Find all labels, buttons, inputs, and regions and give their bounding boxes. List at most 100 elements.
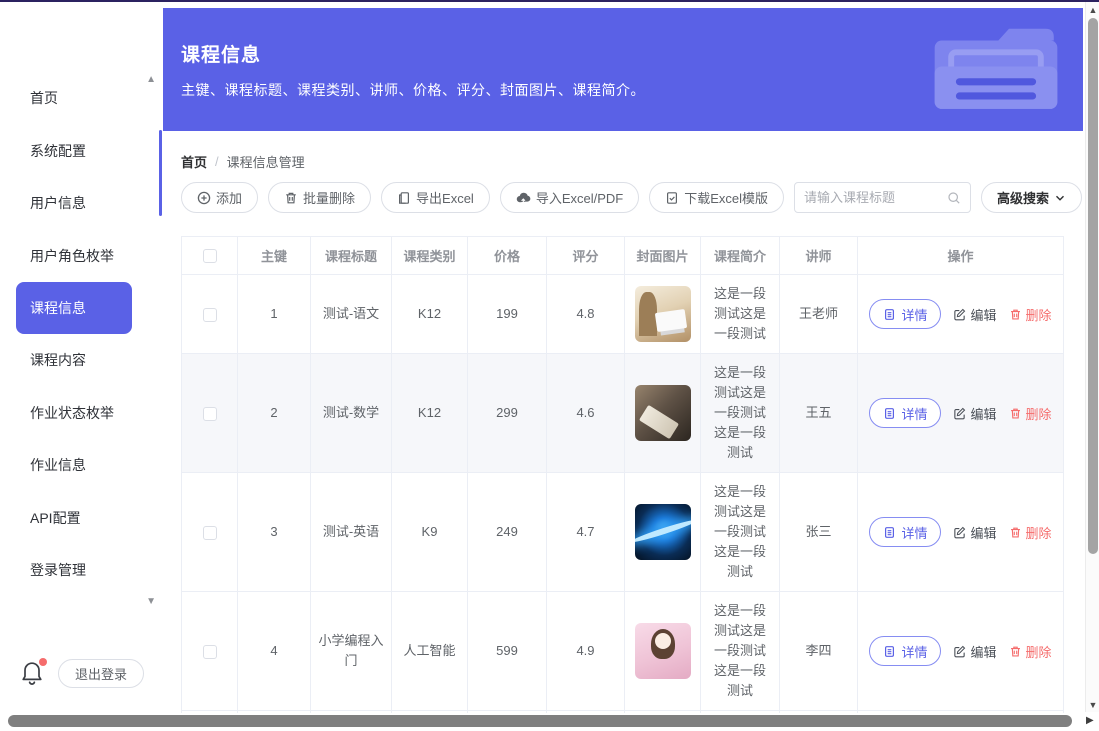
cell-actions: 详情 编辑 删除 — [858, 354, 1064, 473]
download-template-button[interactable]: 下载Excel模版 — [649, 182, 784, 213]
horizontal-scrollbar[interactable] — [0, 713, 1085, 729]
cloud-upload-icon — [516, 191, 531, 205]
cover-image — [635, 286, 691, 342]
main-content: 课程信息 主键、课程标题、课程类别、讲师、价格、评分、封面图片、课程简介。 首页… — [163, 2, 1085, 713]
cell-intro: 这是一段测试这是一段测试 — [701, 275, 780, 354]
trash-icon — [1009, 645, 1022, 658]
pencil-square-icon — [953, 407, 966, 420]
cell-cover — [625, 275, 701, 354]
scroll-right-arrow-icon[interactable]: ▶ — [1086, 715, 1094, 726]
cover-image — [635, 504, 691, 560]
detail-button[interactable]: 详情 — [869, 299, 941, 329]
sidebar-menu: 首页 系统配置 用户信息 用户角色枚举 课程信息 课程内容 作业状态枚举 作业信… — [0, 72, 162, 597]
sidebar-item-7[interactable]: 作业状态枚举 — [0, 387, 162, 440]
delete-button[interactable]: 删除 — [1009, 404, 1052, 423]
export-excel-button-label: 导出Excel — [416, 188, 474, 207]
advanced-search-button[interactable]: 高级搜索 — [981, 182, 1082, 213]
cell-intro: 这是一段测试这是一段测试这是一段测试 — [701, 354, 780, 473]
sidebar-item-5[interactable]: 课程信息 — [16, 282, 132, 334]
search-box — [794, 182, 971, 213]
cell-category: K12 — [392, 354, 468, 473]
trash-icon — [284, 191, 298, 205]
cell-price: 249 — [468, 473, 547, 592]
sidebar-item-label: 首页 — [30, 88, 58, 108]
scroll-up-arrow-icon[interactable]: ▲ — [1086, 5, 1099, 15]
add-button[interactable]: 添加 — [181, 182, 258, 213]
cell-rating: 4.8 — [547, 275, 625, 354]
cell-course-title: 测试-英语 — [311, 473, 392, 592]
table-header-row: 主键课程标题课程类别价格评分封面图片课程简介讲师操作 — [182, 237, 1064, 275]
cell-price: 599 — [468, 592, 547, 711]
edit-button[interactable]: 编辑 — [953, 404, 996, 423]
sidebar-scroll-down-icon[interactable]: ▼ — [146, 596, 156, 607]
row-checkbox[interactable] — [203, 526, 217, 540]
delete-button[interactable]: 删除 — [1009, 305, 1052, 324]
cell-rating: 4.6 — [547, 354, 625, 473]
column-header: 主键 — [238, 237, 311, 275]
sidebar-item-8[interactable]: 作业信息 — [0, 439, 162, 492]
sidebar-item-2[interactable]: 系统配置 — [0, 125, 162, 178]
vertical-scrollbar-thumb[interactable] — [1088, 18, 1098, 554]
detail-button-label: 详情 — [901, 404, 927, 423]
cell-cover — [625, 592, 701, 711]
column-header: 课程简介 — [701, 237, 780, 275]
detail-button[interactable]: 详情 — [869, 636, 941, 666]
delete-button-label: 删除 — [1026, 642, 1052, 661]
column-header: 课程标题 — [311, 237, 392, 275]
sidebar-item-1[interactable]: 首页 — [0, 72, 162, 125]
page-subtitle: 主键、课程标题、课程类别、讲师、价格、评分、封面图片、课程简介。 — [181, 80, 645, 100]
sidebar-scrollbar-thumb[interactable] — [159, 130, 162, 216]
breadcrumb-home[interactable]: 首页 — [181, 152, 207, 171]
notification-bell-button[interactable] — [20, 660, 46, 688]
row-checkbox[interactable] — [203, 308, 217, 322]
search-input[interactable] — [804, 190, 947, 205]
chevron-down-icon — [1054, 192, 1066, 204]
logout-button[interactable]: 退出登录 — [58, 659, 144, 688]
cell-actions: 详情 编辑 删除 — [858, 592, 1064, 711]
edit-button[interactable]: 编辑 — [953, 642, 996, 661]
cell-actions: 详情 编辑 删除 — [858, 473, 1064, 592]
sidebar-item-9[interactable]: API配置 — [0, 492, 162, 545]
document-export-icon — [397, 191, 411, 205]
delete-button[interactable]: 删除 — [1009, 523, 1052, 542]
column-header: 封面图片 — [625, 237, 701, 275]
cover-image — [635, 385, 691, 441]
sidebar-item-label: 课程内容 — [30, 350, 86, 370]
column-header: 价格 — [468, 237, 547, 275]
document-lines-icon — [883, 645, 896, 658]
horizontal-scrollbar-thumb[interactable] — [8, 715, 1072, 727]
import-excel-button-label: 导入Excel/PDF — [536, 188, 623, 207]
breadcrumb-separator: / — [215, 154, 219, 169]
select-all-checkbox[interactable] — [203, 249, 217, 263]
detail-button-label: 详情 — [901, 305, 927, 324]
sidebar-item-10[interactable]: 登录管理 — [0, 544, 162, 597]
magnifier-icon[interactable] — [947, 191, 961, 205]
document-lines-icon — [883, 526, 896, 539]
cell-category: K9 — [392, 473, 468, 592]
row-checkbox[interactable] — [203, 645, 217, 659]
sidebar-item-3[interactable]: 用户信息 — [0, 177, 162, 230]
sidebar-item-6[interactable]: 课程内容 — [0, 334, 162, 387]
delete-button-label: 删除 — [1026, 305, 1052, 324]
detail-button[interactable]: 详情 — [869, 398, 941, 428]
pencil-square-icon — [953, 526, 966, 539]
vertical-scrollbar[interactable]: ▲ ▼ — [1085, 2, 1099, 712]
row-checkbox[interactable] — [203, 407, 217, 421]
add-button-label: 添加 — [216, 188, 242, 207]
detail-button[interactable]: 详情 — [869, 517, 941, 547]
window-top-edge — [0, 0, 1099, 2]
delete-button[interactable]: 删除 — [1009, 642, 1052, 661]
cell-teacher: 王五 — [780, 354, 858, 473]
import-excel-button[interactable]: 导入Excel/PDF — [500, 182, 639, 213]
trash-icon — [1009, 526, 1022, 539]
sidebar-item-4[interactable]: 用户角色枚举 — [0, 230, 162, 283]
batch-delete-button[interactable]: 批量删除 — [268, 182, 371, 213]
trash-icon — [1009, 308, 1022, 321]
row-select-cell — [182, 275, 238, 354]
export-excel-button[interactable]: 导出Excel — [381, 182, 490, 213]
column-header: 操作 — [858, 237, 1064, 275]
edit-button[interactable]: 编辑 — [953, 523, 996, 542]
delete-button-label: 删除 — [1026, 523, 1052, 542]
scroll-down-arrow-icon[interactable]: ▼ — [1086, 700, 1099, 710]
edit-button[interactable]: 编辑 — [953, 305, 996, 324]
